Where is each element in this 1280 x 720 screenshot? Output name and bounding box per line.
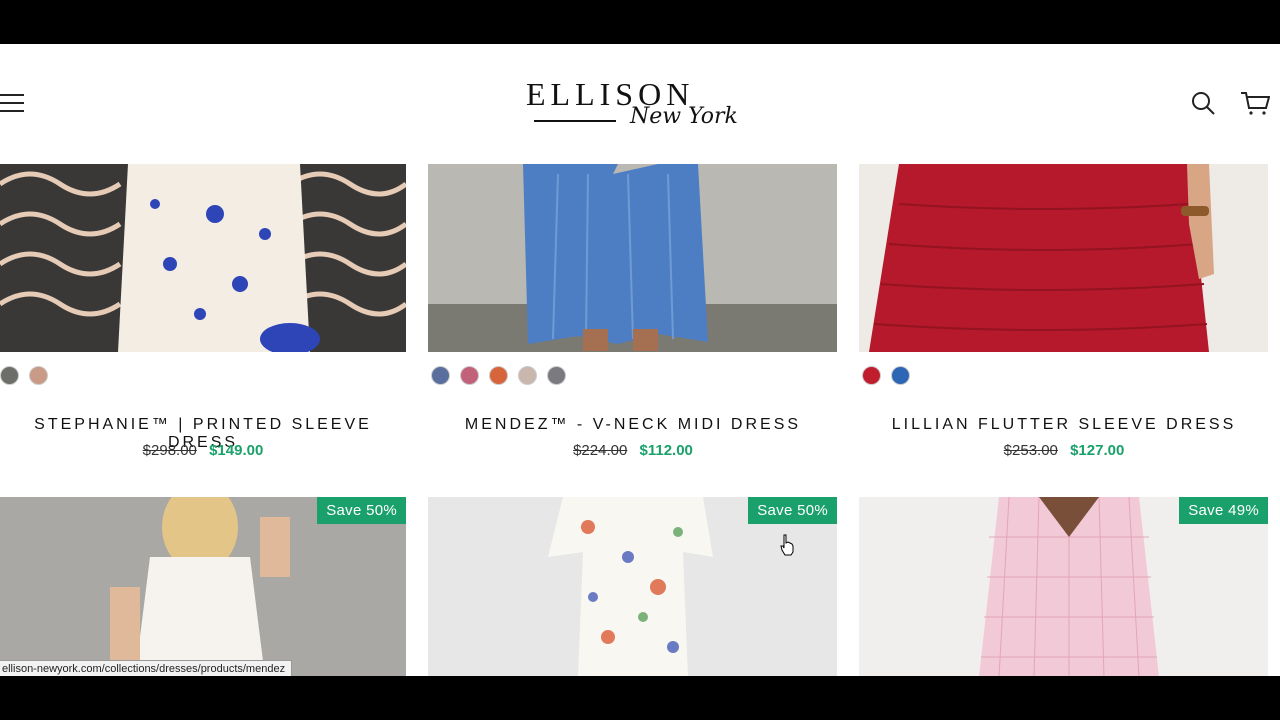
- color-swatches: [862, 366, 910, 385]
- color-swatch[interactable]: [489, 366, 508, 385]
- product-title[interactable]: LILLIAN FLUTTER SLEEVE DRESS: [859, 416, 1269, 434]
- page-viewport: ELLISON New York STEPHANIE™ | PRINTED SL…: [0, 44, 1280, 676]
- color-swatch[interactable]: [431, 366, 450, 385]
- save-badge: Save 50%: [317, 497, 406, 524]
- product-image[interactable]: [859, 164, 1268, 352]
- link-preview-status: ellison-newyork.com/collections/dresses/…: [0, 660, 293, 676]
- sale-price: $112.00: [639, 442, 693, 459]
- product-image[interactable]: [0, 164, 406, 352]
- product-card-mendez[interactable]: MENDEZ™ - V-NECK MIDI DRESS $224.00 $112…: [428, 164, 837, 464]
- color-swatch[interactable]: [518, 366, 537, 385]
- product-card-pink-dress[interactable]: Save 49%: [859, 497, 1268, 676]
- color-swatch[interactable]: [547, 366, 566, 385]
- product-card-lillian[interactable]: LILLIAN FLUTTER SLEEVE DRESS $253.00 $12…: [859, 164, 1268, 464]
- color-swatch[interactable]: [862, 366, 881, 385]
- save-badge: Save 50%: [748, 497, 837, 524]
- product-price: $253.00 $127.00: [859, 442, 1269, 459]
- product-card-floral-dress[interactable]: Save 50%: [428, 497, 837, 676]
- product-price: $298.00 $149.00: [0, 442, 408, 459]
- product-card-stephanie[interactable]: STEPHANIE™ | PRINTED SLEEVE DRESS $298.0…: [0, 164, 406, 464]
- original-price: $298.00: [142, 442, 197, 459]
- color-swatches: [0, 366, 48, 385]
- product-card-white-dress[interactable]: Save 50%: [0, 497, 406, 676]
- product-price: $224.00 $112.00: [428, 442, 838, 459]
- logo-underline: [534, 120, 616, 122]
- color-swatch[interactable]: [460, 366, 479, 385]
- color-swatch[interactable]: [0, 366, 19, 385]
- brand-tagline: New York: [630, 104, 738, 129]
- product-title[interactable]: MENDEZ™ - V-NECK MIDI DRESS: [428, 416, 838, 434]
- hand-cursor-icon: [780, 534, 794, 556]
- sale-price: $149.00: [209, 442, 264, 459]
- original-price: $253.00: [1003, 442, 1058, 459]
- color-swatch[interactable]: [891, 366, 910, 385]
- product-image[interactable]: [428, 164, 837, 352]
- color-swatch[interactable]: [29, 366, 48, 385]
- site-header: ELLISON New York: [0, 44, 1280, 164]
- save-badge: Save 49%: [1179, 497, 1268, 524]
- brand-logo[interactable]: ELLISON New York: [526, 76, 756, 136]
- hamburger-menu-icon[interactable]: [0, 94, 24, 112]
- color-swatches: [431, 366, 566, 385]
- original-price: $224.00: [573, 442, 628, 459]
- sale-price: $127.00: [1070, 442, 1125, 459]
- cart-icon[interactable]: [1240, 90, 1270, 116]
- search-icon[interactable]: [1190, 90, 1216, 116]
